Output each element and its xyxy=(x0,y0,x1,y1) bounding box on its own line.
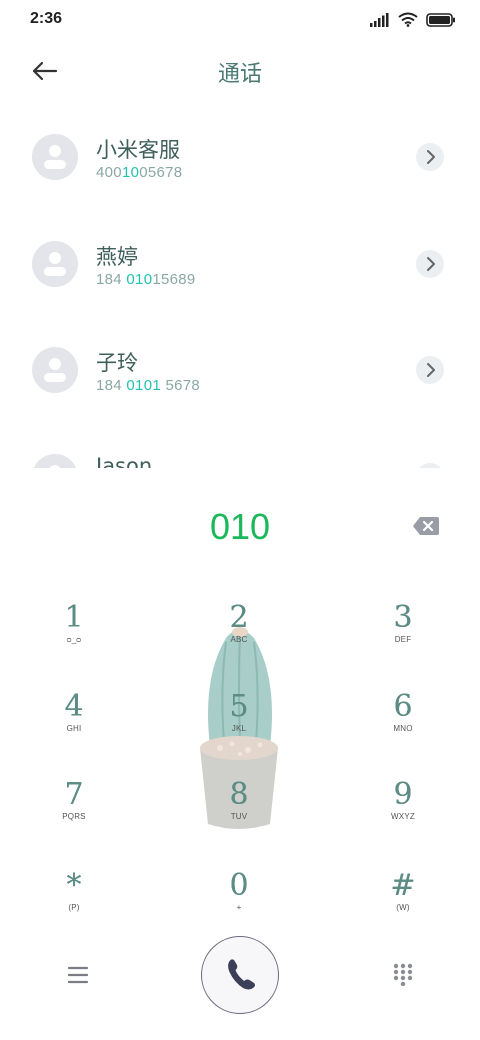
chevron-right-icon xyxy=(427,363,435,377)
contact-detail-button[interactable] xyxy=(416,463,444,468)
avatar xyxy=(32,347,78,393)
avatar xyxy=(32,241,78,287)
contact-name: 小米客服 xyxy=(96,138,180,162)
key-0[interactable]: 0 + xyxy=(189,870,289,934)
status-bar: 2:36 xyxy=(0,0,480,40)
phone-icon xyxy=(227,958,255,989)
key-3[interactable]: 3 DEF xyxy=(353,602,453,666)
menu-icon xyxy=(67,966,89,984)
contact-item[interactable]: 小米客服 4001005678 xyxy=(0,112,480,208)
status-icons xyxy=(370,12,456,27)
key-hash[interactable]: # (W) xyxy=(353,870,453,934)
status-time: 2:36 xyxy=(30,10,63,27)
key-2[interactable]: 2 ABC xyxy=(189,602,289,666)
contact-list: 小米客服 4001005678 燕婷 184 01015689 子玲 184 0… xyxy=(0,112,480,468)
bottom-bar xyxy=(0,934,480,1014)
backspace-button[interactable] xyxy=(412,515,440,537)
contact-item[interactable]: 燕婷 184 01015689 xyxy=(0,219,480,315)
dial-display: 010 xyxy=(0,500,480,556)
contact-name: 燕婷 xyxy=(96,245,138,269)
battery-icon xyxy=(426,12,455,27)
contact-name: 子玲 xyxy=(96,351,138,375)
avatar xyxy=(32,454,78,468)
keypad: 1 ᴑ_ᴑ 2 ABC 3 DEF 4 GHI 5 JKL 6 MNO 7 PQ… xyxy=(0,590,480,930)
avatar xyxy=(32,134,78,180)
dialpad-icon xyxy=(393,963,413,987)
key-4[interactable]: 4 GHI xyxy=(24,691,124,755)
contact-detail-button[interactable] xyxy=(416,143,444,171)
wifi-icon xyxy=(398,12,418,27)
key-1[interactable]: 1 ᴑ_ᴑ xyxy=(24,602,124,666)
chevron-right-icon xyxy=(427,150,435,164)
backspace-icon xyxy=(413,517,439,535)
chevron-right-icon xyxy=(427,257,435,271)
menu-button[interactable] xyxy=(64,964,92,986)
contact-item[interactable]: Jason xyxy=(0,432,480,468)
voicemail-icon: ᴑ_ᴑ xyxy=(66,635,82,644)
contact-item[interactable]: 子玲 184 0101 5678 xyxy=(0,325,480,421)
key-star[interactable]: * (P) xyxy=(24,870,124,934)
header: 通话 xyxy=(0,48,480,94)
contact-detail-button[interactable] xyxy=(416,356,444,384)
signal-icon xyxy=(370,12,389,27)
key-9[interactable]: 9 WXYZ xyxy=(353,779,453,843)
key-8[interactable]: 8 TUV xyxy=(189,779,289,843)
contact-number: 184 0101 5678 xyxy=(96,377,201,394)
dialpad-button[interactable] xyxy=(392,962,414,987)
contact-number: 4001005678 xyxy=(96,164,183,181)
contact-detail-button[interactable] xyxy=(416,250,444,278)
call-button[interactable] xyxy=(201,936,279,1014)
key-7[interactable]: 7 PQRS xyxy=(24,779,124,843)
page-title: 通话 xyxy=(217,62,262,87)
contact-name: Jason xyxy=(96,454,153,468)
key-6[interactable]: 6 MNO xyxy=(353,691,453,755)
contact-number: 184 01015689 xyxy=(96,271,196,288)
key-5[interactable]: 5 JKL xyxy=(189,691,289,755)
dialed-number: 010 xyxy=(209,506,271,547)
